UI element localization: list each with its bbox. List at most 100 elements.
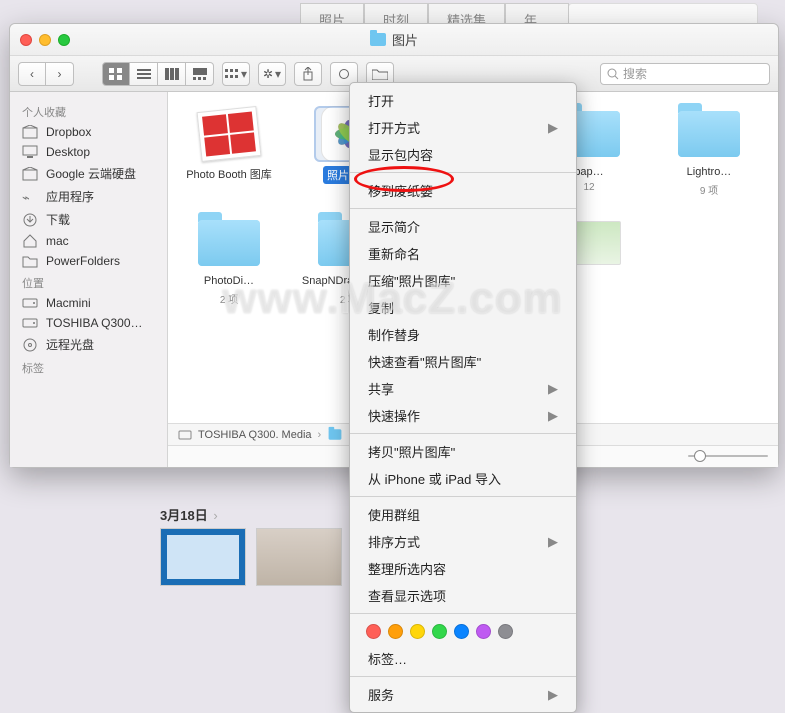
grid-small-icon	[225, 69, 239, 79]
sidebar-item[interactable]: Google 云端硬盘	[10, 162, 167, 185]
close-button[interactable]	[20, 34, 32, 46]
menu-separator	[350, 676, 576, 677]
menu-item[interactable]: 共享 ▶	[350, 375, 576, 402]
sidebar-item[interactable]: PowerFolders	[10, 251, 167, 271]
chevron-right-icon: ▶	[548, 408, 558, 424]
menu-item[interactable]: 复制	[350, 294, 576, 321]
menu-item[interactable]: 制作替身	[350, 321, 576, 348]
menu-item[interactable]: 移到废纸篓	[350, 177, 576, 204]
menu-item-tags[interactable]: 标签…	[350, 645, 576, 672]
tag-color-dot[interactable]	[498, 624, 513, 639]
file-subtitle: 9 项	[700, 182, 718, 197]
menu-item[interactable]: 查看显示选项	[350, 582, 576, 609]
menu-item-label: 拷贝"照片图库"	[368, 442, 455, 461]
drive-icon	[178, 429, 192, 441]
sidebar-item-label: Macmini	[46, 296, 91, 310]
arrange-button[interactable]: ▾	[222, 62, 250, 86]
file-label: Photo Booth 图库	[186, 166, 272, 182]
menu-item[interactable]: 快速查看"照片图库"	[350, 348, 576, 375]
tag-color-dot[interactable]	[410, 624, 425, 639]
zoom-slider[interactable]	[688, 451, 768, 461]
column-view-button[interactable]	[158, 62, 186, 86]
sidebar-item-label: 远程光盘	[46, 336, 94, 353]
sidebar-item-label: TOSHIBA Q300…	[46, 316, 143, 330]
drive-icon	[22, 316, 38, 330]
sidebar-item[interactable]: ⌁应用程序	[10, 185, 167, 208]
sidebar-item[interactable]: 远程光盘	[10, 333, 167, 356]
sidebar-item-label: PowerFolders	[46, 254, 120, 268]
menu-item[interactable]: 显示包内容	[350, 141, 576, 168]
tag-color-dot[interactable]	[476, 624, 491, 639]
menu-item[interactable]: 打开	[350, 87, 576, 114]
file-label: PhotoDi…	[204, 275, 254, 287]
columns-icon	[165, 68, 179, 80]
menu-item[interactable]: 排序方式▶	[350, 528, 576, 555]
menu-item[interactable]: 整理所选内容	[350, 555, 576, 582]
bg-photo-thumb[interactable]	[160, 528, 246, 586]
tag-color-dot[interactable]	[388, 624, 403, 639]
icon-view-button[interactable]	[102, 62, 130, 86]
menu-item-label: 快速操作	[368, 406, 420, 425]
zoom-button[interactable]	[58, 34, 70, 46]
forward-button[interactable]: ›	[46, 62, 74, 86]
search-input[interactable]: 搜索	[600, 63, 770, 85]
menu-item[interactable]: 使用群组	[350, 501, 576, 528]
file-thumb	[194, 215, 264, 271]
sidebar-header: 位置	[10, 271, 167, 293]
menu-item[interactable]: 打开方式▶	[350, 114, 576, 141]
menu-item-label: 查看显示选项	[368, 586, 446, 605]
file-item[interactable]: PhotoDi… 2 项	[178, 215, 280, 306]
menu-item-label: 使用群组	[368, 505, 420, 524]
menu-separator	[350, 496, 576, 497]
view-buttons	[102, 62, 214, 86]
grid-icon	[109, 68, 123, 80]
bg-photo-thumb[interactable]	[256, 528, 342, 586]
file-thumb	[194, 106, 264, 162]
sidebar-item-label: Dropbox	[46, 125, 91, 139]
file-item[interactable]: Photo Booth 图库	[178, 106, 280, 197]
sidebar-item[interactable]: TOSHIBA Q300…	[10, 313, 167, 333]
menu-item[interactable]: 从 iPhone 或 iPad 导入	[350, 465, 576, 492]
tag-color-dot[interactable]	[454, 624, 469, 639]
titlebar[interactable]: 图片	[10, 24, 778, 56]
menu-item[interactable]: 重新命名	[350, 240, 576, 267]
minimize-button[interactable]	[39, 34, 51, 46]
menu-item[interactable]: 显示简介	[350, 213, 576, 240]
disc-icon	[22, 338, 38, 352]
gallery-view-button[interactable]	[186, 62, 214, 86]
sidebar-item-label: 下载	[46, 211, 70, 228]
file-item[interactable]: Lightro… 9 项	[658, 106, 760, 197]
sidebar-item-label: Google 云端硬盘	[46, 165, 136, 182]
tag-icon	[339, 69, 349, 79]
file-label: Lightro…	[687, 166, 732, 178]
back-button[interactable]: ‹	[18, 62, 46, 86]
list-icon	[137, 68, 151, 80]
file-subtitle: 2 项	[220, 291, 238, 306]
menu-item-label: 整理所选内容	[368, 559, 446, 578]
list-view-button[interactable]	[130, 62, 158, 86]
sidebar-item[interactable]: 下载	[10, 208, 167, 231]
file-thumb	[674, 106, 744, 162]
share-button[interactable]	[294, 62, 322, 86]
tag-color-dot[interactable]	[432, 624, 447, 639]
search-icon	[607, 68, 619, 80]
chevron-right-icon: ›	[318, 429, 322, 441]
menu-item-services[interactable]: 服务▶	[350, 681, 576, 708]
folder-icon	[372, 68, 388, 80]
sidebar: 个人收藏DropboxDesktopGoogle 云端硬盘⌁应用程序下载macP…	[10, 92, 168, 467]
sidebar-item[interactable]: Dropbox	[10, 122, 167, 142]
share-icon	[302, 67, 314, 81]
sidebar-item[interactable]: mac	[10, 231, 167, 251]
menu-item[interactable]: 快速操作 ▶	[350, 402, 576, 429]
tag-color-dot[interactable]	[366, 624, 381, 639]
menu-item[interactable]: 拷贝"照片图库"	[350, 438, 576, 465]
home-icon	[22, 234, 38, 248]
menu-item[interactable]: 压缩"照片图库"	[350, 267, 576, 294]
sidebar-item[interactable]: Desktop	[10, 142, 167, 162]
action-button[interactable]: ✲▾	[258, 62, 286, 86]
download-icon	[22, 213, 38, 227]
sidebar-item[interactable]: Macmini	[10, 293, 167, 313]
menu-separator	[350, 208, 576, 209]
menu-item-label: 共享	[368, 379, 394, 398]
chevron-right-icon: ▶	[548, 381, 558, 397]
